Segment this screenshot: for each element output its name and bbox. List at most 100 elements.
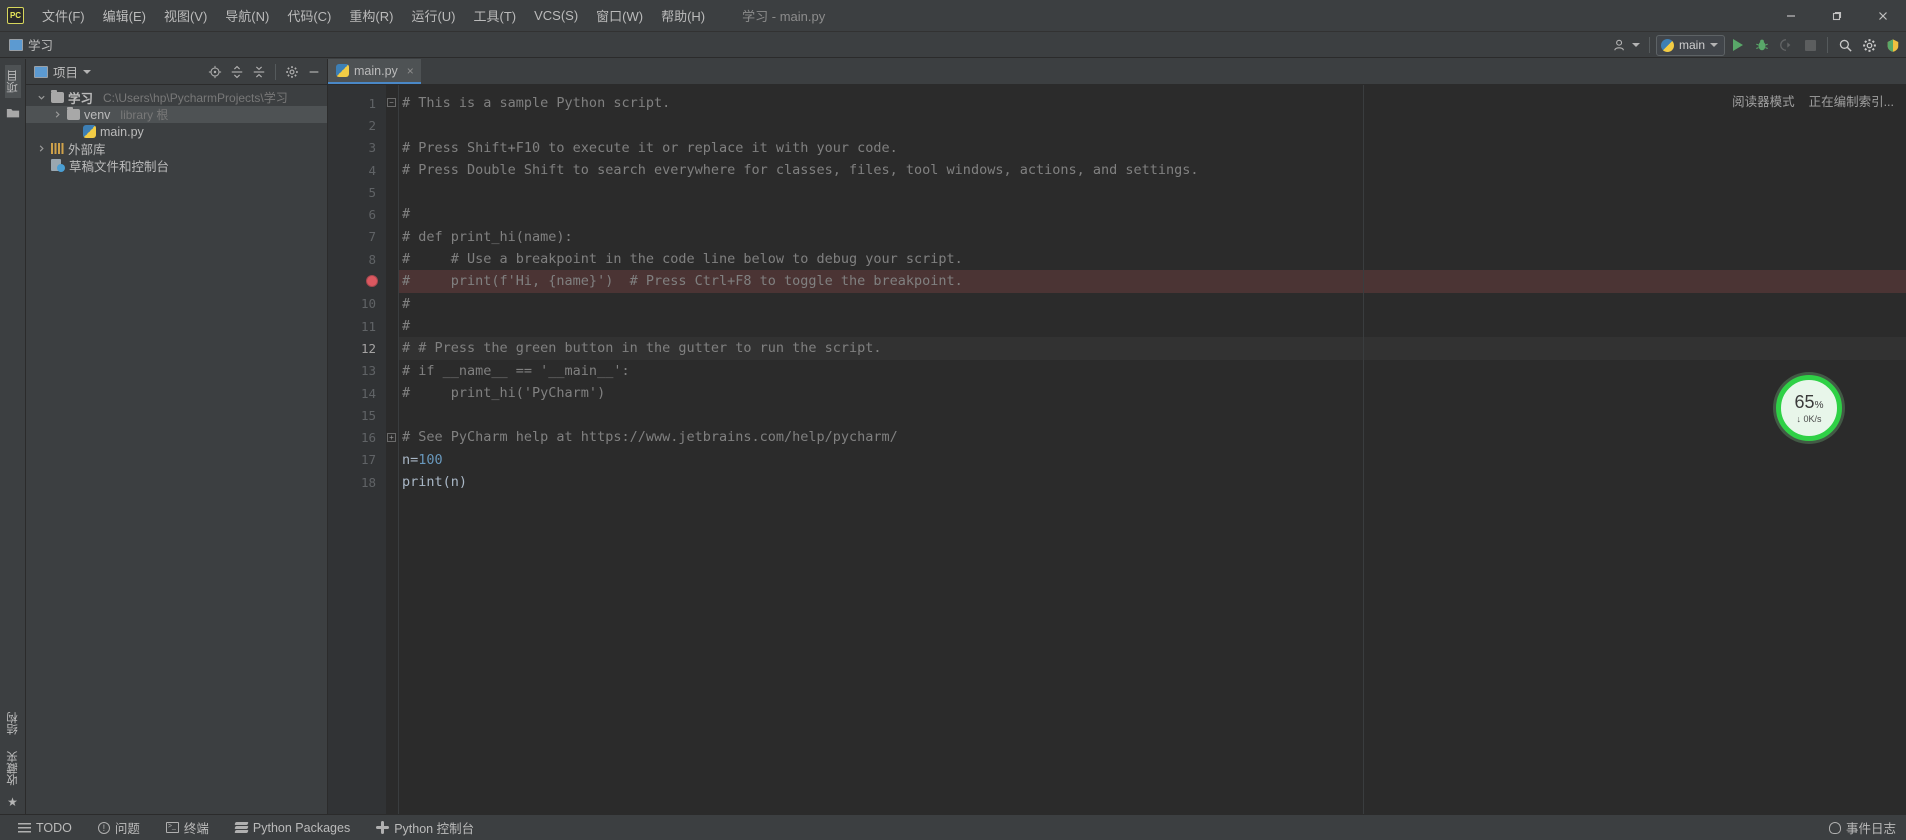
menu-item-9[interactable]: 窗口(W) (587, 2, 652, 29)
toolbar-separator (1827, 37, 1828, 53)
code-line[interactable]: # print_hi('PyCharm') (398, 382, 1906, 404)
menu-item-2[interactable]: 视图(V) (155, 2, 216, 29)
packages-icon (235, 822, 248, 833)
close-icon[interactable] (1860, 0, 1906, 32)
tool-window-button-commit[interactable] (6, 104, 20, 126)
chevron-right-icon[interactable] (36, 144, 47, 153)
gutter-line-number[interactable]: 15 (328, 404, 386, 426)
gutter-line-number[interactable]: 14 (328, 382, 386, 404)
status-item-todo[interactable]: TODO (14, 819, 76, 837)
status-item-problems[interactable]: ! 问题 (94, 816, 144, 839)
chevron-down-icon[interactable] (83, 70, 91, 74)
menu-item-8[interactable]: VCS(S) (525, 4, 587, 27)
tool-window-button-favorites[interactable]: 收藏夹 (5, 746, 21, 791)
gutter-line-number[interactable]: 13 (328, 360, 386, 382)
memory-performance-widget[interactable]: 65% ↓ 0K/s (1776, 375, 1842, 441)
fold-collapse-icon[interactable]: − (387, 98, 396, 107)
editor-fold-column[interactable]: −+ (386, 85, 398, 814)
code-line[interactable]: # # Use a breakpoint in the code line be… (398, 248, 1906, 270)
tree-item[interactable]: venvlibrary 根 (26, 106, 327, 123)
collapse-all-icon[interactable] (249, 62, 269, 82)
tree-item[interactable]: 外部库 (26, 140, 327, 157)
code-line[interactable]: # See PyCharm help at https://www.jetbra… (398, 426, 1906, 448)
menu-item-6[interactable]: 运行(U) (402, 2, 464, 29)
editor-tab-main-py[interactable]: main.py × (328, 59, 421, 84)
code-line[interactable] (398, 114, 1906, 136)
editor-gutter[interactable]: 123456789101112131415161718 (328, 85, 386, 814)
tool-window-structure-label: 结构 (5, 712, 21, 735)
code-line[interactable] (398, 404, 1906, 426)
menu-item-4[interactable]: 代码(C) (278, 2, 340, 29)
run-configuration-label: main (1679, 38, 1705, 52)
fold-expand-icon[interactable]: + (387, 433, 396, 442)
profile-button[interactable] (1610, 34, 1643, 56)
editor-body[interactable]: 阅读器模式 正在编制索引... 123456789101112131415161… (328, 85, 1906, 814)
code-line[interactable]: # (398, 315, 1906, 337)
status-item-terminal[interactable]: >_ 终端 (162, 816, 213, 839)
gutter-line-number[interactable]: 12 (328, 337, 386, 359)
settings-button[interactable] (1858, 34, 1880, 56)
stop-button[interactable] (1799, 34, 1821, 56)
editor-code[interactable]: # This is a sample Python script. # Press… (398, 85, 1906, 814)
status-item-event-log[interactable]: 事件日志 (1825, 816, 1900, 839)
tree-item[interactable]: 学习C:\Users\hp\PycharmProjects\学习 (26, 89, 327, 106)
tool-window-button-structure[interactable]: 结构 (5, 707, 21, 740)
search-button[interactable] (1834, 34, 1856, 56)
menu-item-5[interactable]: 重构(R) (340, 2, 402, 29)
menu-item-7[interactable]: 工具(T) (464, 2, 525, 29)
gutter-line-number[interactable]: 18 (328, 471, 386, 493)
gutter-line-number[interactable]: 17 (328, 449, 386, 471)
code-line[interactable]: # # Press the green button in the gutter… (398, 337, 1906, 359)
close-tab-icon[interactable]: × (407, 64, 414, 78)
favorites-star-icon[interactable]: ★ (7, 796, 18, 808)
gutter-line-number[interactable]: 3 (328, 137, 386, 159)
tree-item[interactable]: 草稿文件和控制台 (26, 157, 327, 174)
gutter-line-number[interactable]: 6 (328, 203, 386, 225)
chevron-right-icon[interactable] (52, 110, 63, 119)
gutter-line-number[interactable]: 10 (328, 293, 386, 315)
code-line[interactable]: # print(f'Hi, {name}') # Press Ctrl+F8 t… (398, 270, 1906, 292)
code-line[interactable]: print(n) (398, 471, 1906, 493)
gutter-line-number[interactable]: 1 (328, 92, 386, 114)
tool-window-button-project[interactable]: 项目 (5, 65, 21, 98)
reader-mode-badge[interactable]: 阅读器模式 (1732, 91, 1795, 110)
maximize-icon[interactable] (1814, 0, 1860, 32)
gutter-line-number[interactable]: 7 (328, 226, 386, 248)
menu-item-10[interactable]: 帮助(H) (652, 2, 714, 29)
debug-button[interactable] (1751, 34, 1773, 56)
gutter-line-number[interactable]: 5 (328, 181, 386, 203)
chevron-down-icon[interactable] (36, 93, 47, 102)
menu-item-0[interactable]: 文件(F) (33, 2, 94, 29)
code-line[interactable]: # (398, 293, 1906, 315)
gutter-line-number[interactable]: 8 (328, 248, 386, 270)
code-line[interactable] (398, 181, 1906, 203)
code-line[interactable]: # def print_hi(name): (398, 226, 1906, 248)
tree-item[interactable]: main.py (26, 123, 327, 140)
code-line[interactable]: n=100 (398, 449, 1906, 471)
code-line[interactable]: # if __name__ == '__main__': (398, 360, 1906, 382)
status-item-python-console[interactable]: Python 控制台 (372, 816, 478, 839)
status-item-python-packages[interactable]: Python Packages (231, 819, 354, 837)
code-line[interactable]: # This is a sample Python script. (398, 92, 1906, 114)
run-configuration-selector[interactable]: main (1656, 35, 1725, 56)
run-with-coverage-button[interactable] (1775, 34, 1797, 56)
library-icon (51, 143, 64, 154)
code-line[interactable]: # (398, 203, 1906, 225)
gutter-line-number[interactable]: 16 (328, 426, 386, 448)
menu-item-1[interactable]: 编辑(E) (94, 2, 155, 29)
run-button[interactable] (1727, 34, 1749, 56)
gutter-line-number[interactable]: 4 (328, 159, 386, 181)
status-todo-label: TODO (36, 821, 72, 835)
settings-icon[interactable] (282, 62, 302, 82)
code-line[interactable]: # Press Double Shift to search everywher… (398, 159, 1906, 181)
gutter-line-number[interactable]: 2 (328, 114, 386, 136)
expand-all-icon[interactable] (227, 62, 247, 82)
breadcrumb[interactable]: 学习 (9, 35, 53, 54)
locate-icon[interactable] (205, 62, 225, 82)
gutter-line-number[interactable]: 11 (328, 315, 386, 337)
code-line[interactable]: # Press Shift+F10 to execute it or repla… (398, 137, 1906, 159)
minimize-icon[interactable] (1768, 0, 1814, 32)
menu-item-3[interactable]: 导航(N) (216, 2, 278, 29)
hide-icon[interactable] (304, 62, 324, 82)
ide-assistant-button[interactable] (1882, 34, 1904, 56)
